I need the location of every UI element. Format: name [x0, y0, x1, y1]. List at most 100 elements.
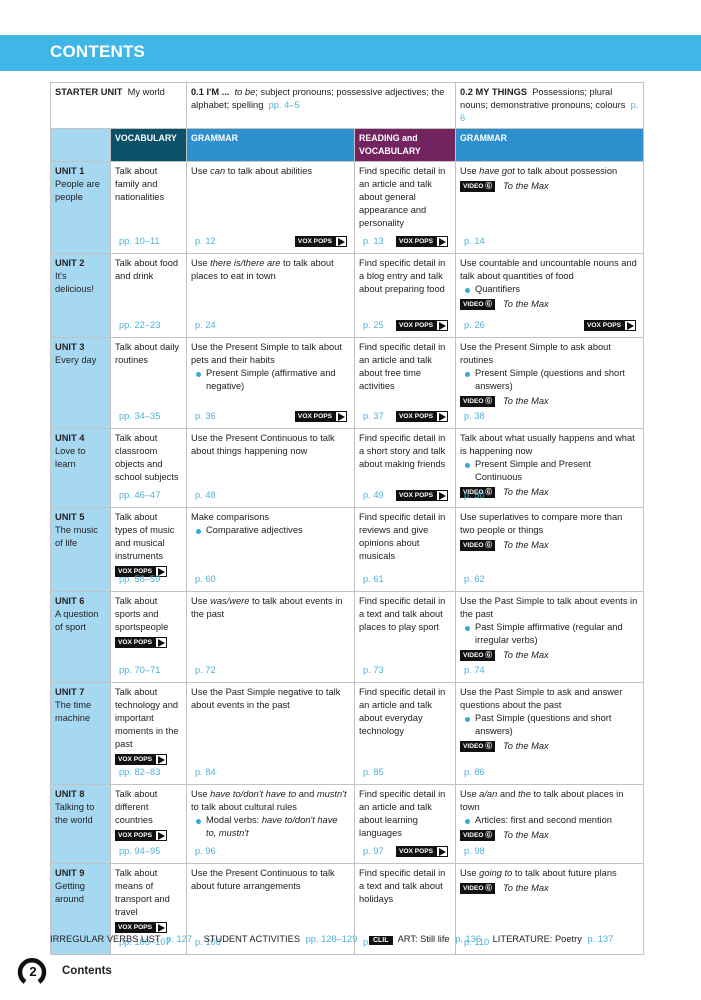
starter-name: My world	[127, 87, 165, 97]
video-title: To the Max	[502, 540, 549, 550]
vox-pops-label: VOX POPS	[115, 637, 156, 649]
page-ref[interactable]: p. 98	[464, 846, 485, 856]
page-ref[interactable]: pp. 82–83	[119, 767, 160, 777]
page-ref[interactable]: p. 60	[195, 574, 216, 584]
page-ref[interactable]: p. 97	[363, 846, 384, 856]
page-ref[interactable]: p. 96	[195, 846, 216, 856]
page-ref[interactable]: p. 74	[464, 665, 485, 675]
vox-pops-button[interactable]: VOX POPS	[115, 637, 168, 649]
page-ref[interactable]: p. 36	[195, 411, 216, 421]
text: Use	[191, 596, 211, 606]
art-page[interactable]: p. 136	[455, 934, 481, 944]
vox-pops-button[interactable]: VOX POPS	[115, 830, 168, 842]
page-ref[interactable]: pp. 46–47	[119, 490, 160, 500]
page-ref[interactable]: p. 24	[195, 320, 216, 330]
page-ref[interactable]: p. 73	[363, 665, 384, 675]
page-ref[interactable]: p. 25	[363, 320, 384, 330]
page-title: CONTENTS	[50, 42, 146, 61]
unit-number: UNIT 9	[55, 868, 85, 878]
unit-label-cell: UNIT 5 The music of life	[50, 507, 111, 592]
page-ref[interactable]: p. 26	[464, 320, 485, 330]
page-ref[interactable]: pp. 94–95	[119, 846, 160, 856]
video-label: VIDEO Ⓖ	[460, 883, 495, 894]
page-ref[interactable]: pp. 4–5	[269, 100, 300, 110]
unit-number: UNIT 5	[55, 512, 85, 522]
text-italic: have got	[479, 166, 515, 176]
vox-pops-button[interactable]: VOX POPS	[395, 846, 449, 857]
page-ref[interactable]: p. 50	[464, 490, 485, 500]
reading-cell: Find specific detail in an article and t…	[354, 784, 457, 864]
vox-pops-button[interactable]: VOX POPS	[395, 411, 449, 422]
vox-pops-button[interactable]: VOX POPS	[294, 411, 348, 422]
page-ref[interactable]: p. 72	[195, 665, 216, 675]
unit-number: UNIT 6	[55, 596, 85, 606]
vox-pops-button[interactable]: VOX POPS	[583, 320, 637, 331]
page-ref[interactable]: pp. 70–71	[119, 665, 160, 675]
text: Use the Present Simple to talk about pet…	[191, 342, 342, 365]
vox-pops-button[interactable]: VOX POPS	[115, 754, 168, 766]
page-ref[interactable]: p. 61	[363, 574, 384, 584]
video-button[interactable]: VIDEO Ⓖ To the Max	[460, 882, 639, 895]
video-button[interactable]: VIDEO Ⓖ To the Max	[460, 298, 639, 311]
unit-label-cell: UNIT 3 Every day	[50, 337, 111, 429]
text: Use the Past Simple to talk about events…	[460, 596, 638, 619]
video-button[interactable]: VIDEO Ⓖ To the Max	[460, 649, 639, 662]
starter-part2: 0.2 MY THINGS Possessions; plural nouns;…	[455, 82, 645, 129]
vocabulary-cell: Talk about different countries VOX POPS pp…	[109, 784, 188, 864]
page-number-badge: 2	[17, 958, 47, 984]
text: Use	[460, 868, 480, 878]
page-ref[interactable]: pp. 34–35	[119, 411, 160, 421]
grammar-2-cell: Use the Past Simple to ask and answer qu…	[455, 682, 645, 785]
play-icon	[436, 236, 449, 247]
vox-pops-button[interactable]: VOX POPS	[115, 922, 168, 934]
video-button[interactable]: VIDEO Ⓖ To the Max	[460, 740, 639, 753]
play-icon	[155, 830, 168, 842]
reading-text: Find specific detail in an article and t…	[359, 687, 446, 736]
page-ref[interactable]: p. 85	[363, 767, 384, 777]
page-ref[interactable]: p. 48	[195, 490, 216, 500]
vox-pops-button[interactable]: VOX POPS	[395, 320, 449, 331]
vox-pops-button[interactable]: VOX POPS	[395, 490, 449, 501]
reading-cell: Find specific detail in an article and t…	[354, 337, 457, 429]
irregular-verbs-page[interactable]: p. 127	[166, 934, 192, 944]
video-button[interactable]: VIDEO Ⓖ To the Max	[460, 180, 639, 193]
vox-pops-button[interactable]: VOX POPS	[395, 236, 449, 247]
video-title: To the Max	[502, 487, 549, 497]
vox-pops-label: VOX POPS	[395, 846, 437, 857]
text: Use	[191, 258, 211, 268]
vox-pops-button[interactable]: VOX POPS	[294, 236, 348, 247]
video-title: To the Max	[502, 396, 549, 406]
play-icon	[436, 490, 449, 501]
text: Use the Present Continuous to talk about…	[191, 868, 335, 891]
page-ref[interactable]: p. 14	[464, 236, 485, 246]
page-ref[interactable]: p. 38	[464, 411, 485, 421]
grammar-point: Present Simple and Present Continuous	[460, 458, 639, 484]
page-ref[interactable]: p. 84	[195, 767, 216, 777]
reading-cell: Find specific detail in a text and talk …	[354, 591, 457, 683]
video-button[interactable]: VIDEO Ⓖ To the Max	[460, 486, 639, 499]
extras-line: IRREGULAR VERBS LIST p. 127 STUDENT ACTI…	[50, 934, 616, 945]
vox-pops-label: VOX POPS	[115, 830, 156, 842]
video-button[interactable]: VIDEO Ⓖ To the Max	[460, 829, 639, 842]
student-activities-page[interactable]: pp. 128–129	[306, 934, 358, 944]
grammar-point: Modal verbs: have to/don't have to, must…	[191, 814, 350, 840]
starter-label: STARTER UNIT	[55, 87, 123, 97]
page-ref[interactable]: pp. 58–59	[119, 574, 160, 584]
literature-page[interactable]: p. 137	[587, 934, 613, 944]
page-ref[interactable]: p. 62	[464, 574, 485, 584]
page-ref[interactable]: p. 12	[195, 236, 216, 246]
text: Quantifiers	[475, 284, 520, 294]
page-ref[interactable]: p. 49	[363, 490, 384, 500]
page-ref[interactable]: p. 37	[363, 411, 384, 421]
page-ref[interactable]: pp. 10–11	[119, 236, 160, 246]
play-icon	[155, 922, 168, 934]
page-ref[interactable]: p. 13	[363, 236, 384, 246]
page-number: 2	[29, 964, 36, 979]
video-button[interactable]: VIDEO Ⓖ To the Max	[460, 395, 639, 408]
text: Make comparisons	[191, 512, 270, 522]
page-ref[interactable]: pp. 22–23	[119, 320, 160, 330]
text: to talk about abilities	[225, 166, 312, 176]
video-label: VIDEO Ⓖ	[460, 830, 495, 841]
video-button[interactable]: VIDEO Ⓖ To the Max	[460, 539, 639, 552]
page-ref[interactable]: p. 86	[464, 767, 485, 777]
